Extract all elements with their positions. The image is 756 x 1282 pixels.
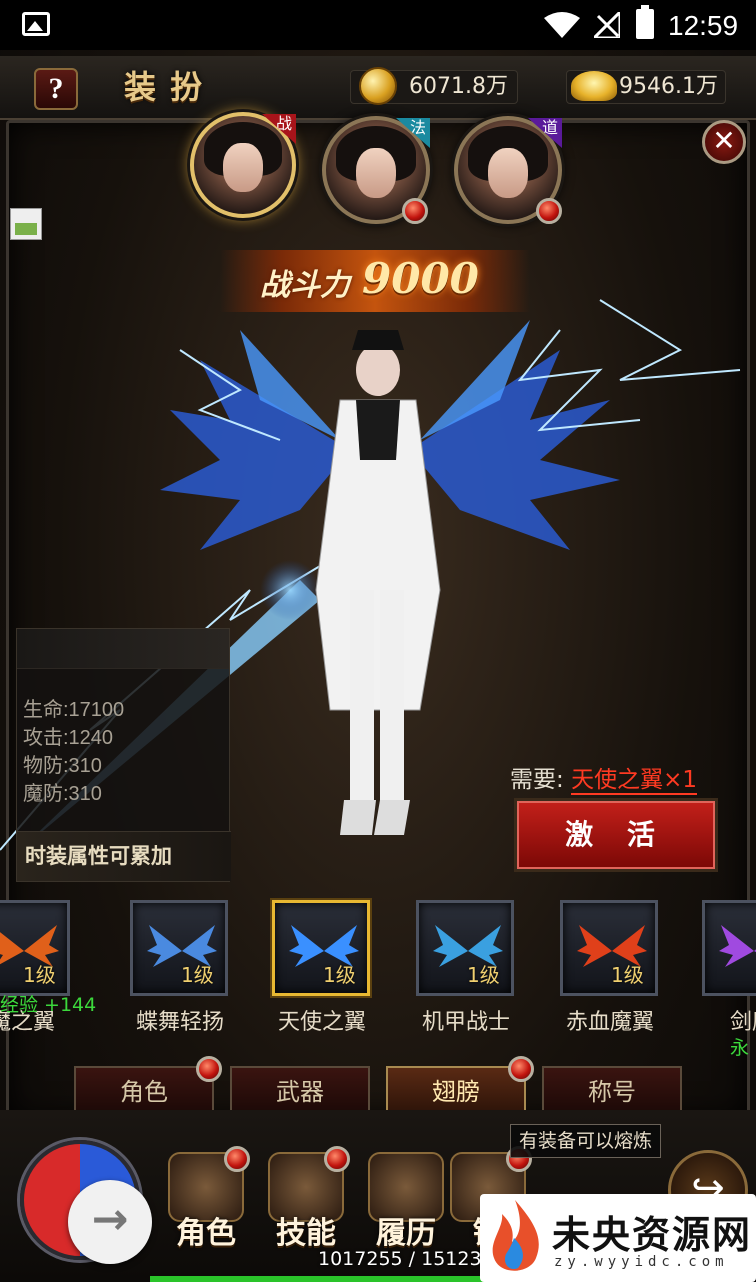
- gold-ingot-icon: [571, 71, 617, 101]
- wifi-icon: [544, 12, 580, 38]
- attribute-panel: 生命:17100 攻击:1240 物防:310 魔防:310 时装属性可累加: [16, 628, 231, 882]
- notification-dot: [536, 198, 562, 224]
- notification-dot: [324, 1146, 350, 1172]
- portrait-face: [356, 148, 396, 198]
- status-bar: 12:59: [0, 0, 756, 50]
- stat-stackable-note: 时装属性可累加: [17, 831, 231, 881]
- notification-dot: [224, 1146, 250, 1172]
- broken-image-icon: [10, 208, 42, 240]
- gold-currency: 6071.8万: [350, 67, 518, 105]
- wing-slot-frame: [702, 900, 756, 996]
- help-button[interactable]: ?: [34, 68, 78, 110]
- wing-level: 1级: [181, 963, 214, 987]
- flame-logo-icon: [492, 1200, 539, 1271]
- attribute-panel-header: [17, 629, 229, 669]
- experience-text: 1017255 / 1512382: [318, 1248, 506, 1270]
- game-screen: ? 装扮 6071.8万 9546.1万 战 法 道 ✕ 战斗力 9000 生命…: [0, 50, 756, 1282]
- wing-slot-frame: 1级: [130, 900, 228, 996]
- activate-button[interactable]: 激 活: [514, 798, 718, 872]
- exp-gain-text: 经验 +144: [0, 994, 97, 1016]
- wing-level: 1级: [323, 963, 356, 987]
- clipped-status-text: 永: [730, 1037, 750, 1059]
- close-button[interactable]: ✕: [702, 120, 746, 164]
- wing-slot-frame: 1级: [0, 900, 70, 996]
- wing-name: 赤血魔翼: [565, 1010, 654, 1035]
- wing-name: 机甲战士: [421, 1010, 510, 1035]
- character-portrait-mage[interactable]: 法: [322, 116, 430, 224]
- tab-label: 称号: [588, 1078, 636, 1106]
- requirement-item-link[interactable]: 天使之翼×1: [571, 767, 697, 795]
- stat-hp: 生命:17100: [23, 699, 125, 721]
- stat-attack: 攻击:1240: [23, 727, 114, 749]
- hud-button-label: 角色: [176, 1216, 236, 1251]
- wing-level: 1级: [611, 963, 644, 987]
- wing-slot-frame: 1级: [272, 900, 370, 996]
- site-watermark: 未央资源网 zy.wyyidc.com: [480, 1194, 756, 1282]
- smelt-tooltip: 有装备可以熔炼: [510, 1124, 662, 1158]
- page-title: 装扮: [124, 68, 217, 106]
- character-figure: [315, 330, 441, 835]
- requirement-text: 需要: 天使之翼×1: [510, 760, 697, 795]
- watermark-url: zy.wyyidc.com: [554, 1254, 729, 1270]
- ingot-amount: 9546.1万: [619, 74, 718, 99]
- wing-slot-frame: 1级: [416, 900, 514, 996]
- wing-name: 天使之翼: [277, 1010, 366, 1035]
- stat-magic-defense: 魔防:310: [23, 783, 102, 805]
- no-signal-icon: [594, 12, 620, 38]
- gold-amount: 6071.8万: [409, 74, 508, 99]
- wing-level: 1级: [23, 963, 56, 987]
- battery-icon: [636, 5, 654, 39]
- tab-label: 角色: [120, 1078, 168, 1106]
- wing-name: 剑魔: [729, 1010, 756, 1035]
- notification-dot: [508, 1056, 534, 1082]
- wing-icon: [719, 925, 756, 967]
- status-clock: 12:59: [668, 10, 739, 41]
- wing-slot-frame: 1级: [560, 900, 658, 996]
- arrow-right-icon: →: [91, 1194, 129, 1245]
- requirement-label: 需要:: [510, 767, 564, 793]
- watermark-title: 未央资源网: [552, 1213, 753, 1257]
- wing-level: 1级: [467, 963, 500, 987]
- tab-label: 翅膀: [432, 1078, 480, 1106]
- character-portrait-warrior[interactable]: 战: [190, 112, 296, 218]
- notification-dot: [196, 1056, 222, 1082]
- ingot-currency: 9546.1万: [566, 70, 726, 104]
- portrait-face: [223, 143, 263, 193]
- hud-button-label: 技能: [276, 1216, 336, 1251]
- notification-dot: [402, 198, 428, 224]
- right-wing: [410, 320, 620, 550]
- wing-name: 蝶舞轻扬: [135, 1010, 224, 1035]
- image-notification-icon: [22, 12, 50, 36]
- tab-label: 武器: [276, 1078, 324, 1106]
- character-portrait-taoist[interactable]: 道: [454, 116, 562, 224]
- portrait-face: [488, 148, 528, 198]
- hud-role-button[interactable]: 角色: [158, 1146, 254, 1266]
- stat-physical-defense: 物防:310: [23, 755, 102, 777]
- gold-coin-icon: [359, 67, 397, 105]
- left-wing: [160, 330, 350, 550]
- floating-arrow-button[interactable]: →: [68, 1180, 152, 1264]
